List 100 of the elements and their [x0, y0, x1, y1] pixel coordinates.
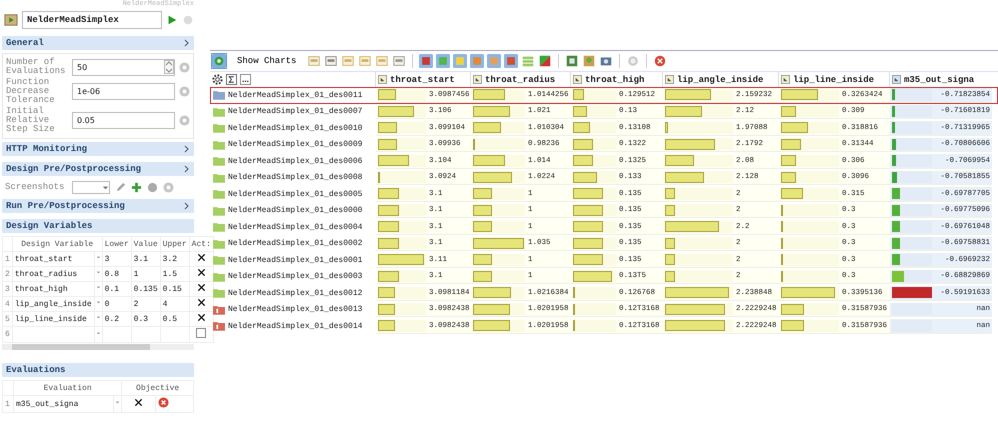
- table-cell[interactable]: 0.2: [102, 312, 132, 326]
- dropdown-icon[interactable]: [94, 284, 102, 291]
- settings-icon[interactable]: [212, 74, 223, 85]
- design-name[interactable]: NelderMeadSimplex_01_des0014: [228, 322, 362, 331]
- table-cell[interactable]: throat_start: [12, 252, 94, 266]
- algorithm-field[interactable]: NelderMeadSimplex: [22, 11, 162, 29]
- square-icon[interactable]: [487, 54, 502, 68]
- help-icon[interactable]: [163, 182, 174, 193]
- design-name[interactable]: NelderMeadSimplex_01_des0002: [228, 239, 362, 248]
- help-icon[interactable]: [179, 86, 190, 97]
- column-header[interactable]: lip_angle_inside: [662, 72, 778, 87]
- column-header[interactable]: throat_start: [375, 72, 470, 87]
- section-header[interactable]: Run Pre/Postprocessing: [2, 199, 194, 213]
- table-cell[interactable]: 0: [102, 296, 132, 312]
- color-scale-icon[interactable]: [538, 54, 552, 68]
- table-cell[interactable]: 2: [131, 296, 160, 312]
- section-header[interactable]: HTTP Monitoring: [2, 142, 194, 156]
- pencil-icon[interactable]: [115, 182, 126, 193]
- design-name[interactable]: NelderMeadSimplex_01_des0005: [228, 190, 362, 199]
- chevron-icon: [184, 165, 190, 173]
- input-field[interactable]: 50: [72, 58, 175, 76]
- column-header[interactable]: throat_high: [570, 72, 662, 87]
- dropdown-icon[interactable]: [94, 254, 102, 261]
- refresh-icon[interactable]: [212, 54, 226, 68]
- table-cell[interactable]: 0.8: [102, 266, 132, 282]
- chevron-icon: [184, 202, 190, 210]
- section-header[interactable]: Evaluations: [2, 363, 194, 377]
- checkbox[interactable]: [196, 328, 206, 338]
- column-type-icon: [473, 75, 482, 84]
- table-cell[interactable]: [102, 326, 132, 342]
- column-header: Upper: [160, 236, 190, 252]
- column-type-icon: [573, 75, 582, 84]
- table-cell[interactable]: 3: [102, 252, 132, 266]
- scrollbar[interactable]: [2, 344, 194, 350]
- table-cell[interactable]: 4: [160, 296, 190, 312]
- table-cell[interactable]: [131, 326, 160, 342]
- table-cell[interactable]: 0.15: [160, 282, 190, 296]
- section-header[interactable]: General: [2, 36, 194, 50]
- sum-icon[interactable]: [226, 74, 237, 85]
- cross-icon[interactable]: [196, 298, 206, 307]
- dropdown-icon[interactable]: [94, 299, 102, 306]
- section-header[interactable]: Design Pre/Postprocessing: [2, 162, 194, 176]
- design-name[interactable]: NelderMeadSimplex_01_des0001: [228, 256, 362, 265]
- close-icon[interactable]: [653, 54, 668, 68]
- design-name[interactable]: NelderMeadSimplex_01_des0011: [228, 90, 362, 100]
- design-name[interactable]: NelderMeadSimplex_01_des0004: [228, 222, 362, 232]
- table-cell[interactable]: 3.2: [160, 252, 190, 266]
- row-number: 5: [2, 312, 12, 326]
- table-cell[interactable]: throat_radius: [12, 266, 94, 282]
- cross-icon[interactable]: [196, 283, 206, 292]
- row-number: 4: [2, 296, 12, 312]
- design-name[interactable]: NelderMeadSimplex_01_des0009: [228, 140, 362, 150]
- design-name[interactable]: NelderMeadSimplex_01_des0008: [228, 173, 362, 182]
- cross-icon[interactable]: [196, 268, 206, 277]
- table-cell[interactable]: 0.135: [131, 282, 160, 296]
- show-charts-button[interactable]: Show Charts: [229, 56, 304, 66]
- table-cell[interactable]: 1: [131, 266, 160, 282]
- play-icon[interactable]: [166, 14, 178, 26]
- table-cell[interactable]: 0.1: [102, 282, 132, 296]
- cross-icon[interactable]: [196, 313, 206, 322]
- row-number: 1: [2, 396, 14, 412]
- help-icon[interactable]: [179, 115, 190, 126]
- column-header: Design Variable: [12, 236, 102, 252]
- table-cell[interactable]: throat_high: [12, 282, 94, 296]
- table-cell[interactable]: 0.3: [131, 312, 160, 326]
- design-name[interactable]: NelderMeadSimplex_01_des0003: [228, 272, 362, 282]
- column-header: Objective: [122, 380, 194, 396]
- design-name[interactable]: NelderMeadSimplex_01_des0006: [228, 156, 362, 166]
- table-cell[interactable]: [12, 326, 94, 342]
- dropdown-icon: [102, 184, 109, 191]
- table-cell[interactable]: lip_line_inside: [12, 312, 94, 326]
- design-name[interactable]: NelderMeadSimplex_01_des0013: [228, 305, 362, 314]
- design-name[interactable]: NelderMeadSimplex_01_des0012: [228, 288, 362, 298]
- help-icon[interactable]: [179, 62, 190, 72]
- table-cell[interactable]: lip_angle_inside: [12, 296, 94, 312]
- cross-icon[interactable]: [196, 253, 206, 262]
- screenshots-dropdown[interactable]: [72, 181, 110, 194]
- design-name[interactable]: NelderMeadSimplex_01_des0007: [228, 107, 362, 116]
- table-cell[interactable]: 1.5: [160, 266, 190, 282]
- column-header[interactable]: throat_radius: [470, 72, 570, 87]
- section-header[interactable]: Design Variables: [2, 219, 194, 233]
- input-field[interactable]: 0.05: [72, 112, 175, 129]
- column-header[interactable]: m35_out_signa: [889, 72, 991, 87]
- design-name[interactable]: NelderMeadSimplex_01_des0000: [228, 206, 362, 216]
- table-cell[interactable]: 0.5: [160, 312, 190, 326]
- dropdown-icon[interactable]: [94, 269, 102, 276]
- dropdown-icon[interactable]: [94, 330, 102, 336]
- cross-icon[interactable]: [134, 398, 143, 407]
- column-header: Lower: [102, 236, 132, 252]
- more-icon[interactable]: [240, 74, 251, 85]
- table-cell[interactable]: m35_out_signa: [14, 396, 114, 412]
- column-header[interactable]: lip_line_inside: [778, 72, 889, 87]
- remove-icon[interactable]: [158, 397, 169, 408]
- dropdown-icon[interactable]: [94, 314, 102, 321]
- dropdown-icon[interactable]: [114, 399, 122, 406]
- design-name[interactable]: NelderMeadSimplex_01_des0010: [228, 124, 362, 133]
- spin-buttons[interactable]: [164, 60, 174, 74]
- table-cell[interactable]: 3.1: [131, 252, 160, 266]
- add-icon[interactable]: [131, 182, 142, 193]
- input-field[interactable]: 1e-06: [72, 83, 175, 100]
